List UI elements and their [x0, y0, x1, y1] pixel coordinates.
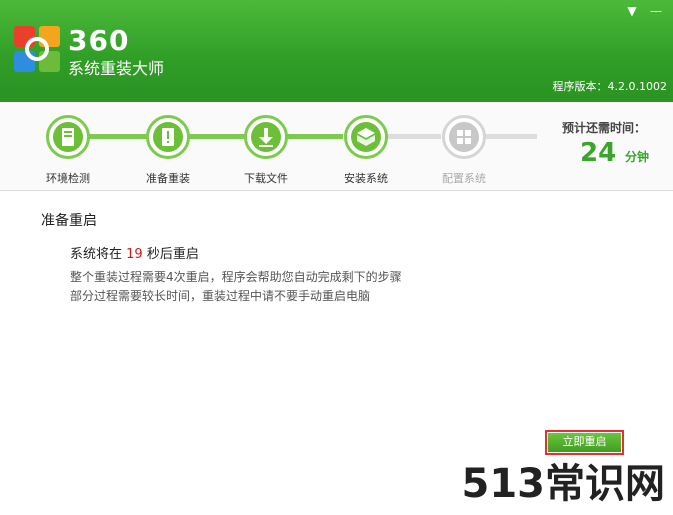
step-label: 安装系统 [344, 172, 388, 185]
step-install-system [344, 115, 388, 159]
step-configure-system [442, 115, 486, 159]
step-download-files [244, 115, 288, 159]
monitor-icon [62, 128, 74, 146]
step-connector [287, 134, 343, 139]
logo-number: 360 [68, 24, 130, 57]
countdown-seconds: 19 [126, 247, 143, 262]
watermark-text: 513常识网 [461, 461, 666, 507]
step-label: 配置系统 [442, 172, 486, 185]
restart-now-button[interactable]: 立即重启 [548, 433, 621, 452]
step-prepare-reinstall [146, 115, 190, 159]
step-connector [387, 134, 441, 139]
prepare-icon [162, 128, 174, 146]
countdown-prefix: 系统将在 [70, 247, 127, 262]
step-label: 环境检测 [46, 172, 90, 185]
install-icon [357, 128, 375, 146]
eta-label: 预计还需时间： [562, 121, 647, 135]
countdown-text: 系统将在 19 秒后重启 [70, 243, 199, 262]
step-label: 下载文件 [244, 172, 288, 185]
logo-subtitle: 系统重装大师 [68, 59, 165, 78]
title-bar: 360 系统重装大师 ▼ — 程序版本：4.2.0.1002 [0, 0, 673, 102]
minimize-icon[interactable]: — [648, 4, 664, 18]
step-environment-check [46, 115, 90, 159]
eta-value: 24 [580, 138, 617, 168]
step-label: 准备重装 [146, 172, 190, 185]
step-connector [89, 134, 147, 139]
countdown-suffix: 秒后重启 [142, 247, 199, 262]
menu-dropdown-icon[interactable]: ▼ [624, 4, 640, 18]
eta-unit: 分钟 [625, 150, 650, 164]
step-connector [485, 134, 537, 139]
step-connector [189, 134, 245, 139]
section-title: 准备重启 [41, 213, 97, 229]
app-logo [14, 26, 60, 72]
info-line: 部分过程需要较长时间，重装过程中请不要手动重启电脑 [70, 289, 371, 303]
windows-logo-icon [457, 130, 471, 144]
version-label: 程序版本：4.2.0.1002 [552, 80, 667, 93]
info-line: 整个重装过程需要4次重启，程序会帮助您自动完成剩下的步骤 [70, 270, 402, 284]
download-icon [259, 128, 273, 147]
